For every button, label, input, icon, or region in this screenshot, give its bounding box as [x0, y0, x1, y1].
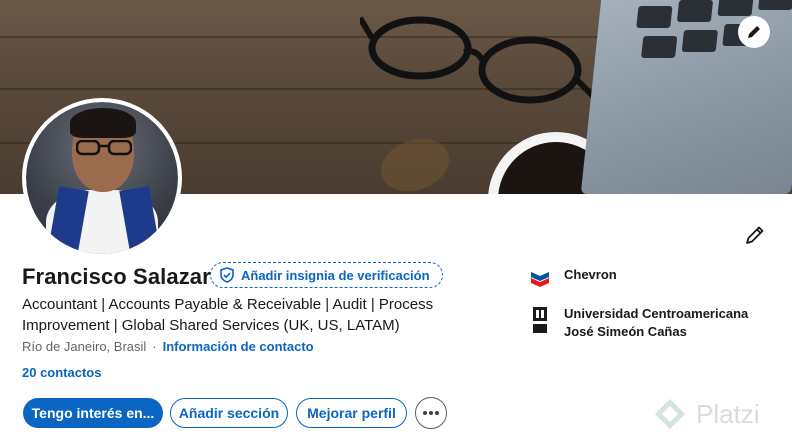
edit-intro-button[interactable]	[740, 220, 770, 250]
current-company[interactable]: Chevron	[530, 266, 617, 288]
location-text: Río de Janeiro, Brasil	[22, 339, 147, 354]
platzi-logo-icon	[655, 399, 685, 429]
more-icon	[423, 411, 439, 415]
add-section-button[interactable]: Añadir sección	[170, 398, 288, 428]
watermark-text: Platzi	[696, 398, 760, 429]
uca-logo-icon	[530, 305, 550, 335]
open-to-button[interactable]: Tengo interés en...	[23, 398, 163, 428]
more-actions-button[interactable]	[415, 397, 447, 429]
platzi-watermark: Platzi	[652, 396, 760, 432]
connections-link[interactable]: 20 contactos	[22, 365, 101, 380]
avatar-image	[26, 102, 178, 254]
verify-badge-label: Añadir insignia de verificación	[241, 267, 430, 283]
glasses-illustration	[360, 16, 613, 116]
improve-profile-button[interactable]: Mejorar perfil	[296, 398, 407, 428]
contact-info-link[interactable]: Información de contacto	[163, 339, 314, 354]
location-row: Río de Janeiro, Brasil · Información de …	[22, 339, 314, 354]
chevron-logo-icon	[530, 266, 550, 288]
school-name-line2: José Simeón Cañas	[564, 324, 687, 339]
separator-dot: ·	[152, 339, 157, 354]
profile-photo[interactable]	[22, 98, 182, 258]
education-school[interactable]: Universidad Centroamericana José Simeón …	[530, 305, 748, 341]
leaf-decoration	[373, 129, 457, 194]
company-name: Chevron	[564, 267, 617, 282]
shield-check-icon	[220, 267, 234, 283]
profile-name: Francisco Salazar	[22, 264, 211, 289]
pencil-icon	[746, 226, 764, 244]
school-name-line1: Universidad Centroamericana	[564, 306, 749, 321]
banner-edit-button[interactable]	[738, 16, 770, 48]
profile-headline: Accountant | Accounts Payable & Receivab…	[22, 296, 434, 334]
pencil-icon	[748, 26, 760, 38]
add-verification-badge-button[interactable]: Añadir insignia de verificación	[210, 262, 443, 288]
school-name: Universidad Centroamericana José Simeón …	[564, 305, 748, 341]
